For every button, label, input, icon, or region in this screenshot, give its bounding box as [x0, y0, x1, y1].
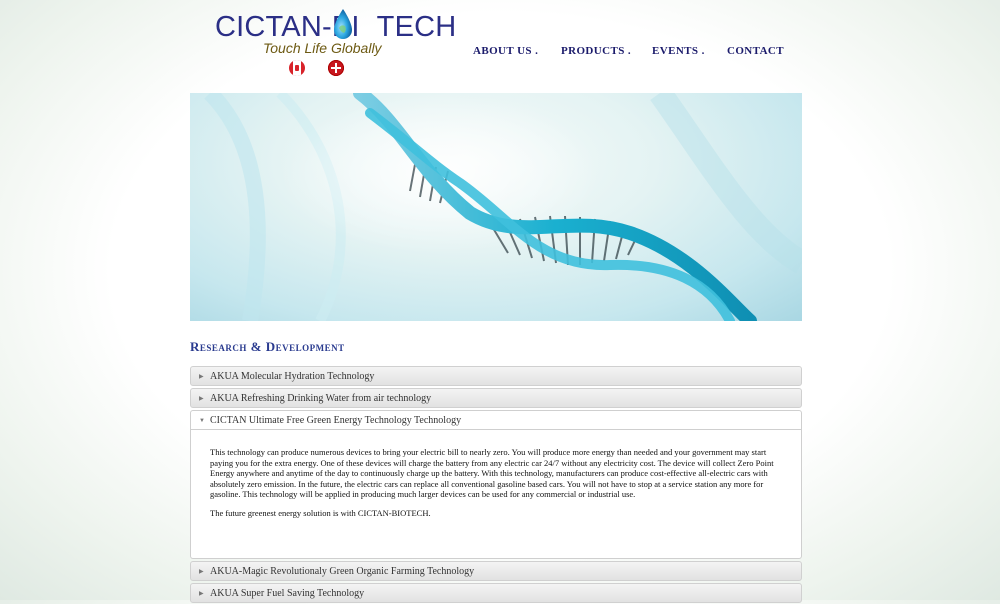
accordion-header-label: AKUA Refreshing Drinking Water from air … — [210, 393, 432, 404]
panel-paragraph: This technology can produce numerous dev… — [210, 447, 774, 499]
accordion-item-expanded[interactable]: ▼ CICTAN Ultimate Free Green Energy Tech… — [190, 410, 802, 559]
hero-banner-image — [190, 93, 802, 321]
chevron-right-icon: ▶ — [199, 374, 204, 380]
section-title: Research & Development — [190, 339, 345, 354]
accordion-header[interactable]: ▶ AKUA Super Fuel Saving Technology — [190, 583, 802, 603]
accordion-item[interactable]: ▶ AKUA Molecular Hydration Technology — [190, 366, 802, 386]
panel-paragraph: The future greenest energy solution is w… — [210, 507, 431, 518]
canada-flag-icon[interactable] — [289, 60, 305, 76]
accordion-item[interactable]: ▶ AKUA-Magic Revolutionaly Green Organic… — [190, 561, 802, 581]
nav-about-us[interactable]: ABOUT US . — [473, 45, 538, 57]
page: CICTAN-BI TECH Touch Life Globally ABOUT … — [0, 0, 1000, 603]
site-logo[interactable]: CICTAN-BI TECH Touch Life Globally — [215, 8, 456, 88]
accordion-item[interactable]: ▶ AKUA Refreshing Drinking Water from ai… — [190, 388, 802, 408]
accordion-header[interactable]: ▶ AKUA-Magic Revolutionaly Green Organic… — [190, 561, 802, 581]
accordion-header[interactable]: ▼ CICTAN Ultimate Free Green Energy Tech… — [190, 410, 802, 430]
nav-contact[interactable]: CONTACT — [727, 45, 784, 57]
chevron-right-icon: ▶ — [199, 396, 204, 402]
nav-events[interactable]: EVENTS . — [652, 45, 705, 57]
chevron-right-icon: ▶ — [199, 569, 204, 575]
accordion-header[interactable]: ▶ AKUA Molecular Hydration Technology — [190, 366, 802, 386]
accordion-item[interactable]: ▶ AKUA Super Fuel Saving Technology — [190, 583, 802, 603]
chevron-right-icon: ▶ — [199, 591, 204, 597]
chevron-down-icon: ▼ — [199, 418, 205, 424]
accordion-header[interactable]: ▶ AKUA Refreshing Drinking Water from ai… — [190, 388, 802, 408]
accordion-header-label: AKUA-Magic Revolutionaly Green Organic F… — [210, 566, 475, 577]
dna-helix-illustration — [204, 93, 802, 321]
accordion-panel: This technology can produce numerous dev… — [190, 430, 802, 559]
accordion-header-label: AKUA Molecular Hydration Technology — [210, 371, 375, 382]
accordion-header-label: AKUA Super Fuel Saving Technology — [210, 588, 365, 599]
logo-text-right: TECH — [376, 11, 457, 43]
logo-tagline: Touch Life Globally — [263, 40, 382, 56]
water-drop-icon — [334, 9, 352, 39]
china-language-icon[interactable] — [328, 60, 344, 76]
accordion-header-label: CICTAN Ultimate Free Green Energy Techno… — [210, 415, 462, 426]
nav-products[interactable]: PRODUCTS . — [561, 45, 631, 57]
